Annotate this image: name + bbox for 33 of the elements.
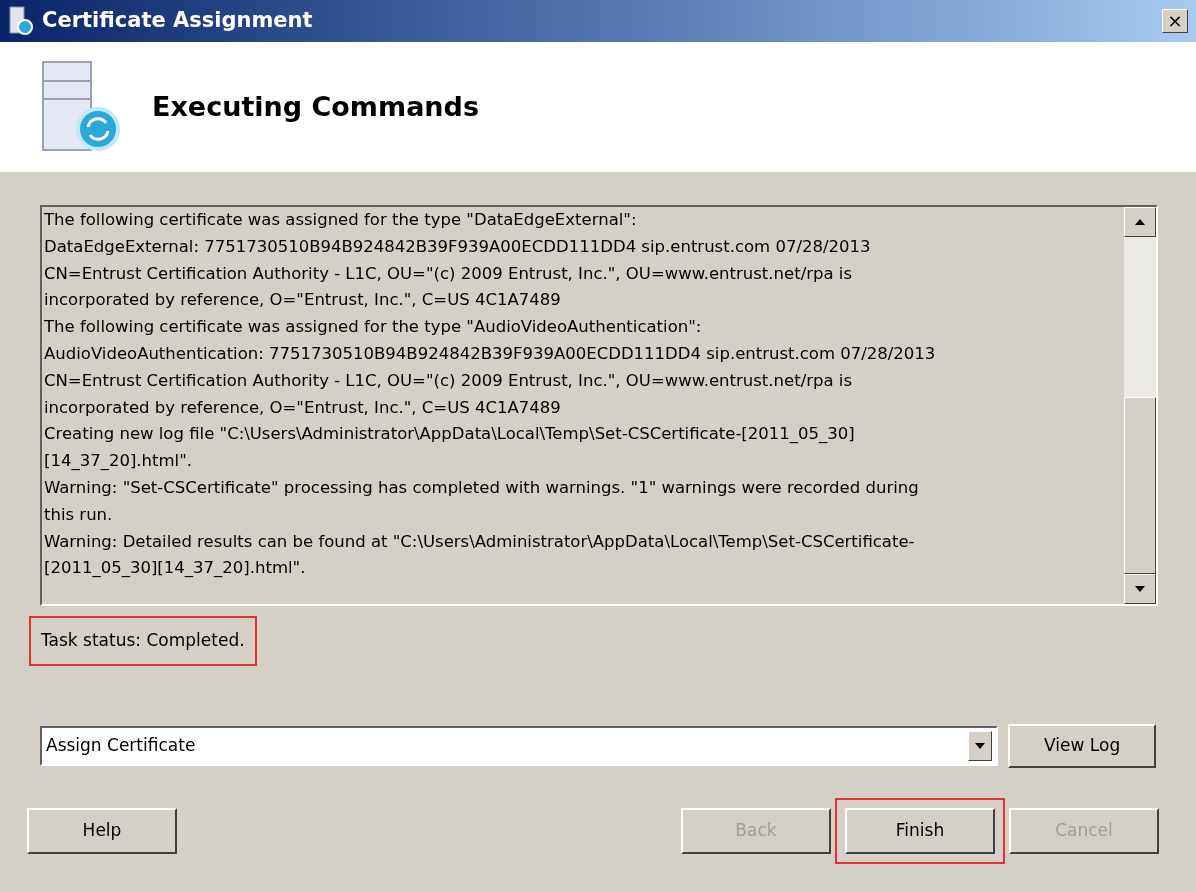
log-line: CN=Entrust Certification Authority - L1C, OU="(c) 2009 Entrust, Inc.", OU=www.entrust.net/rpa is <box>44 262 852 285</box>
dropdown-value: Assign Certificate <box>45 734 197 758</box>
action-dropdown[interactable]: Assign Certificate <box>40 726 999 766</box>
log-line: incorporated by reference, O="Entrust, Inc.", C=US 4C1A7489 <box>44 396 561 419</box>
log-line: CN=Entrust Certification Authority - L1C, OU="(c) 2009 Entrust, Inc.", OU=www.entrust.net/rpa is <box>44 369 852 392</box>
app-icon <box>8 6 34 36</box>
log-line: Creating new log file "C:\Users\Administrator\AppData\Local\Temp\Set-CSCertificate-[2011_05_30] <box>44 423 855 446</box>
log-line: incorporated by reference, O="Entrust, Inc.", C=US 4C1A7489 <box>44 289 561 312</box>
task-status: Task status: Completed. <box>29 616 257 666</box>
log-line: this run. <box>44 503 113 526</box>
dialog-button[interactable]: Finish <box>845 808 995 854</box>
log-line: Warning: "Set-CSCertificate" processing has completed with warnings. "1" warnings were recorded during <box>44 476 919 499</box>
server-refresh-icon <box>42 61 122 153</box>
log-line: DataEdgeExternal: 7751730510B94B924842B39F939A00ECDD111DD4 sip.entrust.com 07/28/2013 <box>44 235 871 258</box>
dialog-button[interactable]: Help <box>27 808 177 854</box>
close-button[interactable]: × <box>1162 9 1188 33</box>
log-line: [14_37_20].html". <box>44 450 193 473</box>
down-arrow-icon <box>1135 586 1145 592</box>
scroll-thumb[interactable] <box>1124 397 1156 574</box>
log-line: AudioVideoAuthentication: 7751730510B94B924842B39F939A00ECDD111DD4 sip.entrust.com 07/28/2013 <box>44 343 936 365</box>
dropdown-arrow-button[interactable] <box>968 731 993 761</box>
log-line: Warning: Detailed results can be found at "C:\Users\Administrator\AppData\Local\Temp\Set-CSCertificate- <box>44 530 915 553</box>
log-line: The following certificate was assigned for the type "DataEdgeExternal": <box>44 209 637 231</box>
up-arrow-icon <box>1135 219 1145 225</box>
page-heading: Executing Commands <box>152 89 479 124</box>
log-line: The following certificate was assigned for the type "AudioVideoAuthentication": <box>44 316 702 339</box>
log-line: [2011_05_30][14_37_20].html". <box>44 557 306 580</box>
scroll-up-button[interactable] <box>1124 207 1156 237</box>
caret-icon <box>975 743 986 749</box>
window-title: Certificate Assignment <box>42 7 313 35</box>
scrollbar[interactable] <box>1124 207 1156 604</box>
view-log-button[interactable]: View Log <box>1008 724 1156 768</box>
scroll-down-button[interactable] <box>1124 574 1156 604</box>
